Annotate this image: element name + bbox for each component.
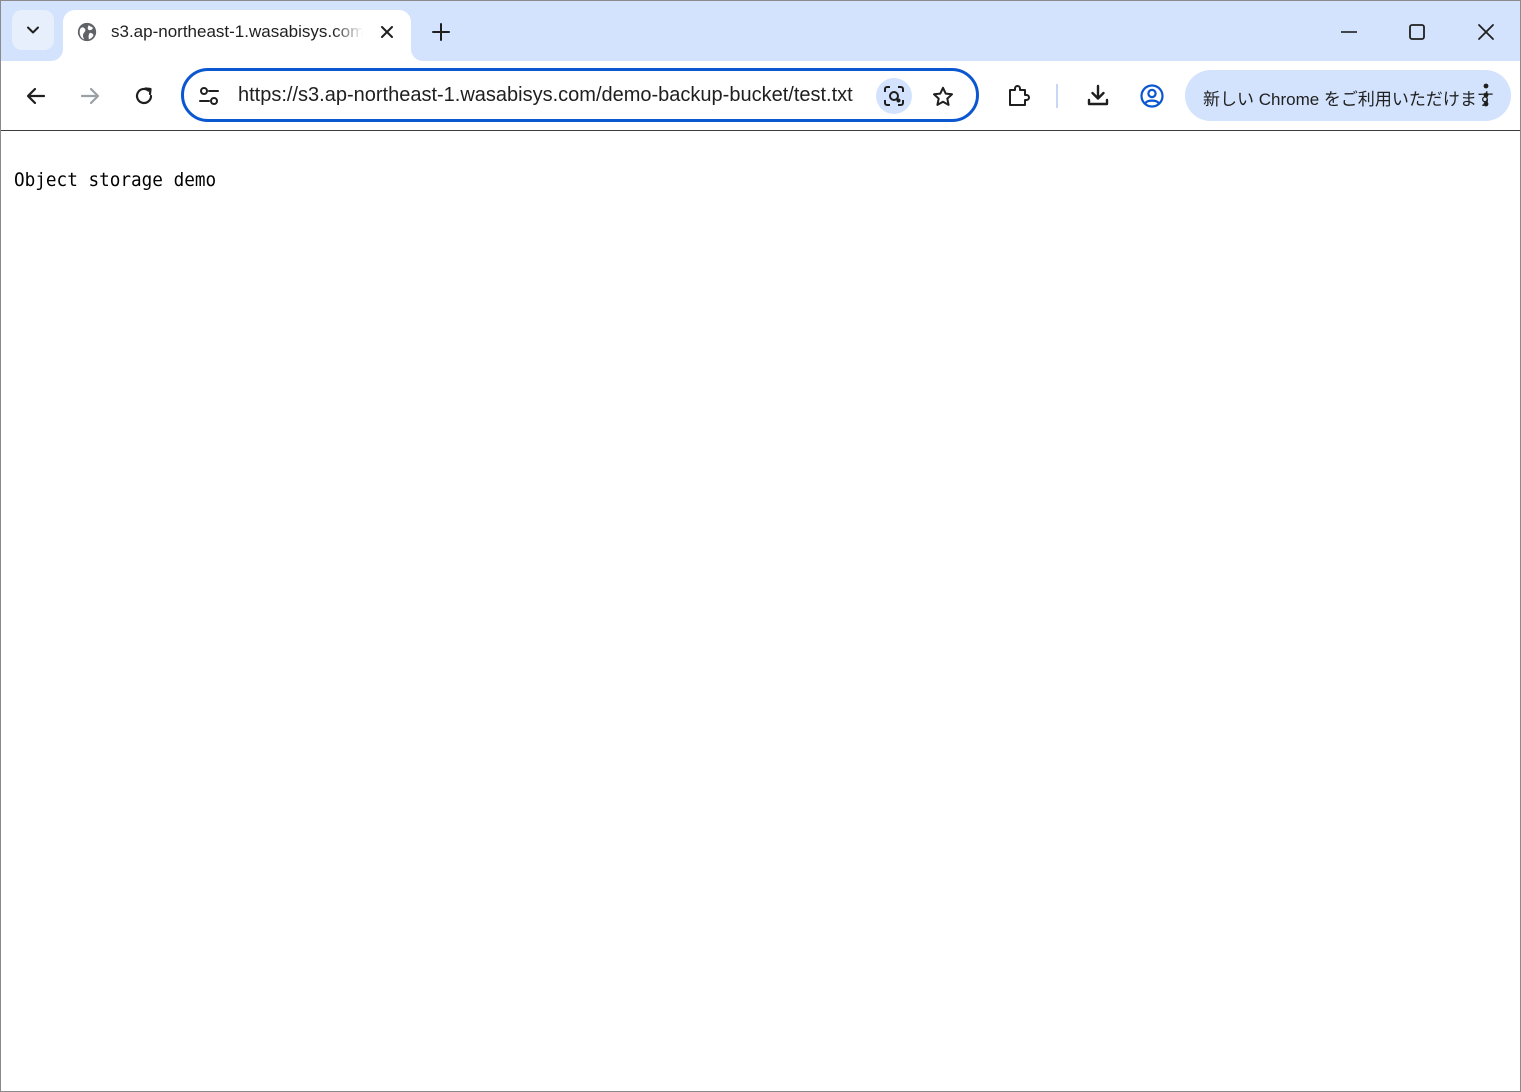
- reload-icon: [135, 87, 153, 105]
- kebab-menu-icon: [1483, 83, 1489, 107]
- tab-close-button[interactable]: [375, 20, 399, 44]
- download-icon: [1087, 84, 1109, 106]
- page-viewport: Object storage demo: [1, 131, 1520, 1091]
- chrome-update-button[interactable]: 新しい Chrome をご利用いただけます: [1185, 70, 1511, 121]
- account-icon: [1140, 84, 1164, 108]
- puzzle-icon: [1009, 85, 1030, 106]
- bookmark-button[interactable]: [926, 80, 960, 114]
- maximize-button[interactable]: [1395, 11, 1439, 53]
- address-bar[interactable]: [181, 68, 979, 122]
- forward-button[interactable]: [70, 76, 110, 116]
- page-body-text: Object storage demo: [14, 169, 217, 191]
- star-icon: [933, 86, 953, 106]
- minimize-icon: [1341, 31, 1357, 33]
- plus-icon: [432, 23, 450, 41]
- tab-search-button[interactable]: [12, 10, 54, 50]
- new-tab-button[interactable]: [425, 16, 457, 48]
- tune-icon: [199, 87, 219, 105]
- reload-button[interactable]: [124, 76, 164, 116]
- close-icon: [381, 26, 393, 38]
- active-tab[interactable]: s3.ap-northeast-1.wasabisys.com/demo-bac…: [63, 10, 411, 61]
- arrow-left-icon: [26, 87, 46, 105]
- lens-icon: [884, 86, 904, 106]
- toolbar-separator: [1056, 84, 1058, 108]
- extensions-button[interactable]: [999, 76, 1039, 116]
- tab-strip: s3.ap-northeast-1.wasabisys.com/demo-bac…: [1, 1, 1520, 61]
- tab-title: s3.ap-northeast-1.wasabisys.com/demo-bac…: [111, 22, 363, 41]
- browser-window: s3.ap-northeast-1.wasabisys.com/demo-bac…: [0, 0, 1521, 1092]
- browser-toolbar: 新しい Chrome をご利用いただけます: [1, 61, 1520, 131]
- chrome-menu-button[interactable]: [1471, 80, 1501, 110]
- minimize-button[interactable]: [1327, 11, 1371, 53]
- site-info-button[interactable]: [196, 83, 222, 109]
- lens-button[interactable]: [876, 78, 912, 114]
- chrome-update-label: 新しい Chrome をご利用いただけます: [1203, 90, 1494, 109]
- chevron-down-icon: [27, 26, 39, 34]
- globe-icon: [77, 22, 97, 42]
- profile-button[interactable]: [1132, 76, 1172, 116]
- maximize-icon: [1409, 24, 1425, 40]
- close-window-button[interactable]: [1464, 11, 1508, 53]
- downloads-button[interactable]: [1078, 76, 1118, 116]
- url-input[interactable]: [238, 84, 864, 107]
- close-icon: [1478, 24, 1494, 40]
- arrow-right-icon: [80, 87, 100, 105]
- back-button[interactable]: [16, 76, 56, 116]
